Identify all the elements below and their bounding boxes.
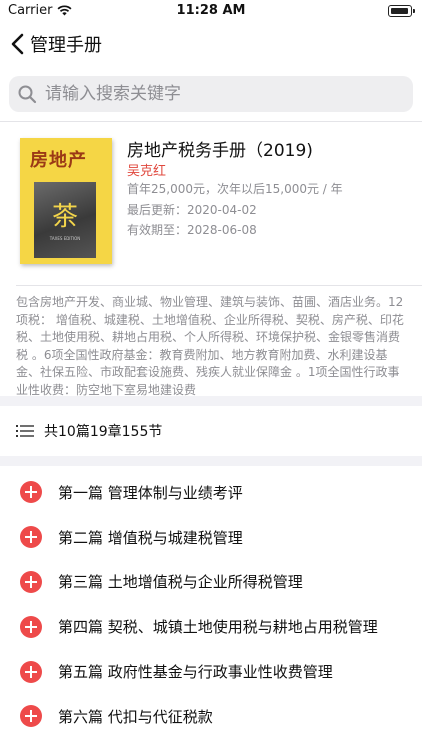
- expand-plus-icon[interactable]: [20, 705, 42, 728]
- chapter-row[interactable]: 第五篇 政府性基金与行政事业性收费管理: [0, 649, 422, 694]
- chapter-row[interactable]: 第二篇 增值税与城建税管理: [0, 515, 422, 560]
- chapter-row[interactable]: 第四篇 契税、城镇土地使用税与耕地占用税管理: [0, 604, 422, 649]
- cover-image: 茶 TAXES EDITION: [34, 182, 96, 258]
- chapter-row[interactable]: 第六篇 代扣与代征税款: [0, 694, 422, 739]
- chapter-label: 第二篇 增值税与城建税管理: [58, 528, 243, 547]
- book-updated-date: 最后更新：2020-04-02: [127, 203, 257, 217]
- chapter-label: 第一篇 管理体制与业绩考评: [58, 483, 243, 502]
- section-separator: [0, 396, 422, 406]
- book-description: 包含房地产开发、商业城、物业管理、建筑与装饰、苗圃、酒店业务。12项税： 增值税…: [16, 295, 404, 397]
- navigation-bar: 管理手册: [0, 26, 422, 62]
- chapter-label: 第六篇 代扣与代征税款: [58, 707, 213, 726]
- chapter-row[interactable]: 第三篇 土地增值税与企业所得税管理: [0, 560, 422, 605]
- back-title: 管理手册: [30, 35, 102, 56]
- search-input[interactable]: [45, 84, 385, 104]
- search-bar[interactable]: [9, 76, 413, 112]
- divider: [0, 121, 422, 122]
- chapter-label: 第三篇 土地增值税与企业所得税管理: [58, 573, 303, 592]
- chapter-row[interactable]: 第一篇 管理体制与业绩考评: [0, 470, 422, 515]
- expand-plus-icon[interactable]: [20, 526, 42, 549]
- expand-plus-icon[interactable]: [20, 570, 42, 593]
- book-cover: 房地产 茶 TAXES EDITION: [20, 138, 112, 264]
- chapter-list: 第一篇 管理体制与业绩考评 第二篇 增值税与城建税管理 第三篇 土地增值税与企业…: [0, 470, 422, 739]
- cover-caption: TAXES EDITION: [49, 236, 81, 241]
- expand-plus-icon[interactable]: [20, 660, 42, 683]
- status-bar: Carrier 11:28 AM: [0, 0, 422, 22]
- book-author[interactable]: 吴克红: [127, 160, 166, 179]
- book-title: 房地产税务手册（2019): [127, 141, 313, 161]
- chevron-left-icon: [11, 33, 24, 55]
- toc-summary[interactable]: 共10篇19章155节: [0, 407, 422, 455]
- cover-title: 房地产: [30, 150, 87, 171]
- clock: 11:28 AM: [176, 3, 246, 18]
- divider: [16, 285, 422, 286]
- toc-summary-text: 共10篇19章155节: [44, 424, 163, 440]
- book-valid-until: 有效期至：2028-06-08: [127, 223, 257, 237]
- expand-plus-icon[interactable]: [20, 481, 42, 504]
- book-price: 首年25,000元，次年以后15,000元 / 年: [127, 182, 343, 196]
- section-separator: [0, 456, 422, 466]
- cover-glyph: 茶: [51, 202, 78, 232]
- battery-icon: [388, 5, 415, 17]
- search-icon: [18, 85, 37, 104]
- list-icon: [16, 425, 34, 437]
- back-button[interactable]: 管理手册: [8, 30, 102, 58]
- chapter-label: 第四篇 契税、城镇土地使用税与耕地占用税管理: [58, 618, 378, 637]
- expand-plus-icon[interactable]: [20, 615, 42, 638]
- chapter-label: 第五篇 政府性基金与行政事业性收费管理: [58, 663, 333, 682]
